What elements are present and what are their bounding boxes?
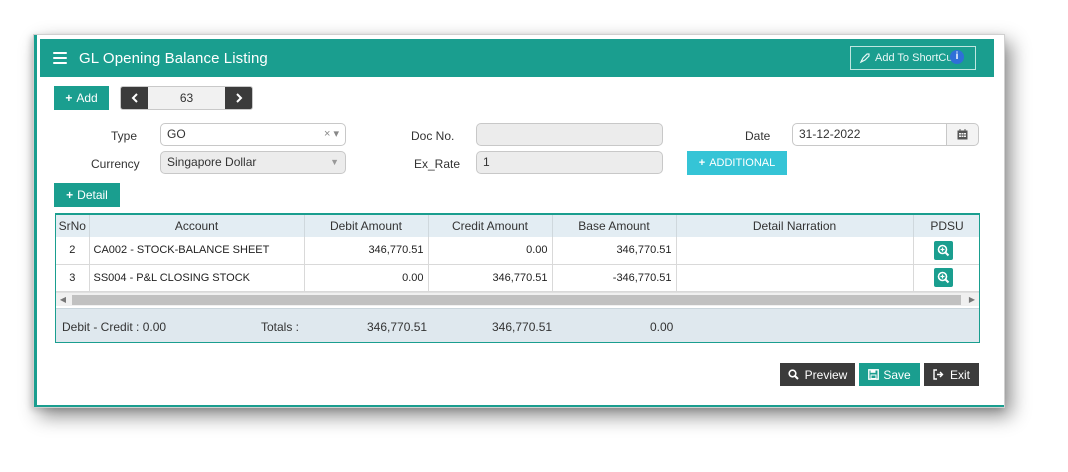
col-srno: SrNo bbox=[56, 215, 90, 237]
chevron-right-icon bbox=[235, 93, 242, 103]
totals-label: Totals : bbox=[261, 320, 300, 334]
date-label: Date bbox=[745, 129, 771, 143]
add-label: Add bbox=[76, 91, 98, 105]
add-to-shortcut-button[interactable]: Add To ShortCut i bbox=[850, 46, 976, 70]
scroll-right-icon[interactable]: ▶ bbox=[965, 293, 979, 307]
detail-grid: SrNo Account Debit Amount Credit Amount … bbox=[55, 213, 980, 343]
plus-icon: + bbox=[66, 188, 74, 202]
detail-table: SrNo Account Debit Amount Credit Amount … bbox=[56, 215, 979, 292]
record-number[interactable]: 63 bbox=[148, 87, 225, 109]
col-pdsu: PDSU bbox=[913, 215, 979, 237]
ex-rate-input[interactable]: 1 bbox=[476, 151, 663, 174]
record-pager: 63 bbox=[120, 86, 253, 110]
shortcut-label: Add To ShortCut bbox=[875, 52, 956, 64]
grid-header-row: SrNo Account Debit Amount Credit Amount … bbox=[56, 215, 979, 237]
horizontal-scrollbar[interactable]: ◀ ▶ bbox=[56, 292, 979, 306]
floppy-disk-icon bbox=[868, 369, 880, 380]
add-button[interactable]: + Add bbox=[54, 86, 109, 110]
cell-pdsu bbox=[913, 237, 979, 265]
currency-value: Singapore Dollar bbox=[167, 155, 257, 169]
chevron-left-icon bbox=[131, 93, 138, 103]
preview-label: Preview bbox=[804, 367, 848, 382]
cell-account[interactable]: CA002 - STOCK-BALANCE SHEET bbox=[89, 237, 305, 265]
doc-no-label: Doc No. bbox=[411, 129, 455, 143]
search-plus-icon bbox=[937, 244, 949, 256]
clear-caret-icon[interactable]: × ▾ bbox=[324, 124, 339, 145]
date-input[interactable]: 31-12-2022 bbox=[792, 123, 947, 146]
col-account: Account bbox=[89, 215, 305, 237]
cell-credit[interactable]: 0.00 bbox=[428, 237, 553, 265]
gl-opening-balance-panel: GL Opening Balance Listing Add To ShortC… bbox=[33, 34, 1005, 408]
exit-button[interactable]: Exit bbox=[924, 363, 979, 386]
cell-credit[interactable]: 346,770.51 bbox=[428, 264, 553, 292]
scrollbar-thumb[interactable] bbox=[72, 295, 961, 305]
add-detail-button[interactable]: + Detail bbox=[54, 183, 120, 207]
scroll-left-icon[interactable]: ◀ bbox=[56, 293, 70, 307]
currency-select[interactable]: Singapore Dollar ▼ bbox=[160, 151, 346, 174]
cell-debit[interactable]: 0.00 bbox=[304, 264, 429, 292]
cell-pdsu bbox=[913, 264, 979, 292]
zoom-button[interactable] bbox=[933, 240, 953, 260]
cell-narration[interactable] bbox=[676, 237, 914, 265]
preview-button[interactable]: Preview bbox=[780, 363, 855, 386]
type-value: GO bbox=[167, 127, 186, 141]
cell-account[interactable]: SS004 - P&L CLOSING STOCK bbox=[89, 264, 305, 292]
menu-icon[interactable] bbox=[53, 52, 67, 64]
save-button[interactable]: Save bbox=[859, 363, 920, 386]
cell-base: 346,770.51 bbox=[552, 237, 677, 265]
chevron-down-icon: ▼ bbox=[330, 157, 339, 167]
info-icon[interactable]: i bbox=[950, 50, 964, 64]
cell-narration[interactable] bbox=[676, 264, 914, 292]
rocket-icon bbox=[859, 53, 870, 64]
cell-srno: 2 bbox=[56, 237, 90, 265]
panel-bottom-border bbox=[34, 405, 1004, 407]
plus-icon: + bbox=[65, 91, 73, 105]
type-select[interactable]: GO × ▾ bbox=[160, 123, 346, 146]
previous-record-button[interactable] bbox=[121, 87, 148, 109]
table-row[interactable]: 2 CA002 - STOCK-BALANCE SHEET 346,770.51… bbox=[56, 237, 979, 265]
base-total: 0.00 bbox=[650, 320, 674, 334]
search-icon bbox=[788, 369, 799, 380]
col-debit-amount: Debit Amount bbox=[304, 215, 429, 237]
calendar-icon bbox=[957, 129, 968, 140]
debit-total: 346,770.51 bbox=[367, 320, 428, 334]
col-credit-amount: Credit Amount bbox=[428, 215, 553, 237]
additional-button[interactable]: + ADDITIONAL bbox=[687, 151, 787, 175]
cell-base: -346,770.51 bbox=[552, 264, 677, 292]
ex-rate-label: Ex_Rate bbox=[414, 157, 461, 171]
credit-total: 346,770.51 bbox=[492, 320, 553, 334]
table-row[interactable]: 3 SS004 - P&L CLOSING STOCK 0.00 346,770… bbox=[56, 264, 979, 292]
grid-totals-row: Debit - Credit : 0.00 Totals : 346,770.5… bbox=[56, 308, 979, 342]
plus-icon: + bbox=[698, 157, 706, 169]
panel-header: GL Opening Balance Listing Add To ShortC… bbox=[40, 39, 994, 77]
sign-out-icon bbox=[933, 369, 944, 380]
doc-no-input[interactable] bbox=[476, 123, 663, 146]
type-label: Type bbox=[111, 129, 138, 143]
cell-srno: 3 bbox=[56, 264, 90, 292]
col-detail-narration: Detail Narration bbox=[676, 215, 914, 237]
next-record-button[interactable] bbox=[225, 87, 252, 109]
detail-label: Detail bbox=[77, 188, 108, 202]
col-base-amount: Base Amount bbox=[552, 215, 677, 237]
cell-debit[interactable]: 346,770.51 bbox=[304, 237, 429, 265]
page-title: GL Opening Balance Listing bbox=[79, 49, 268, 67]
save-label: Save bbox=[883, 367, 911, 382]
calendar-button[interactable] bbox=[946, 123, 979, 146]
exit-label: Exit bbox=[949, 367, 970, 382]
search-plus-icon bbox=[937, 271, 949, 284]
currency-label: Currency bbox=[91, 157, 140, 171]
zoom-button[interactable] bbox=[933, 268, 953, 287]
debit-credit-diff: Debit - Credit : 0.00 bbox=[62, 320, 167, 334]
panel-accent-bar bbox=[34, 35, 37, 407]
additional-label: ADDITIONAL bbox=[709, 157, 776, 169]
